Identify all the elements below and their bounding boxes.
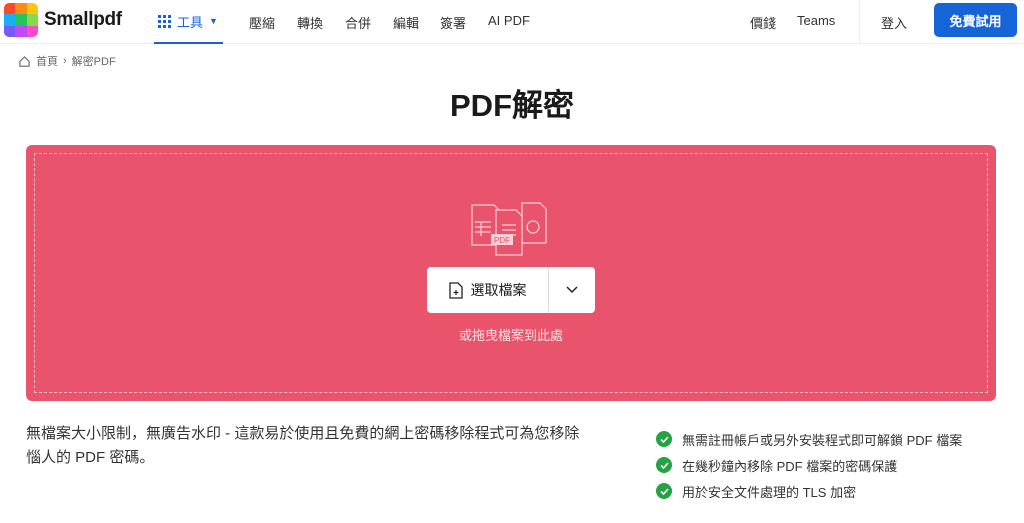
- nav-tools-label: 工具: [177, 14, 204, 30]
- nav-convert[interactable]: 轉換: [297, 13, 323, 32]
- grid-icon: [158, 14, 171, 28]
- file-dropzone[interactable]: PDF 選取檔案 或拖曳檔案到此處: [26, 145, 996, 401]
- nav-compress[interactable]: 壓縮: [249, 13, 275, 32]
- page-title: PDF解密: [450, 88, 574, 123]
- file-add-icon: [448, 281, 463, 299]
- drag-hint: 或拖曳檔案到此處: [458, 328, 563, 343]
- files-illustration-icon: PDF: [471, 202, 547, 256]
- logo-text: Smallpdf: [44, 9, 122, 30]
- feature-list: 無需註冊帳戶或另外安裝程式即可解鎖 PDF 檔案 在幾秒鐘內移除 PDF 檔案的…: [656, 422, 962, 508]
- chevron-down-icon: [566, 286, 578, 294]
- login-link[interactable]: 登入: [881, 13, 907, 32]
- upload-options-dropdown[interactable]: [549, 267, 595, 313]
- breadcrumb-current: 解密PDF: [71, 56, 116, 68]
- feature-text: 用於安全文件處理的 TLS 加密: [682, 484, 857, 500]
- breadcrumb-separator: ›: [63, 55, 67, 67]
- logo-icon: [4, 3, 38, 37]
- feature-item: 用於安全文件處理的 TLS 加密: [656, 474, 962, 508]
- divider: [859, 0, 860, 44]
- nav-pricing[interactable]: 價錢: [750, 13, 776, 32]
- choose-files-button[interactable]: 選取檔案: [427, 267, 549, 313]
- header: Smallpdf 工具 ▼ 壓縮 轉換 合併 編輯 簽署 AI PDF 價錢 T…: [0, 0, 1024, 44]
- nav-merge[interactable]: 合併: [345, 13, 371, 32]
- check-icon: [656, 483, 672, 499]
- logo[interactable]: Smallpdf: [4, 3, 122, 37]
- nav-ai-pdf[interactable]: AI PDF: [488, 13, 530, 28]
- choose-files-label: 選取檔案: [470, 282, 527, 298]
- caret-down-icon: ▼: [209, 16, 218, 26]
- nav-sign[interactable]: 簽署: [440, 13, 466, 32]
- breadcrumb-home[interactable]: 首頁: [36, 53, 58, 69]
- free-trial-button[interactable]: 免費試用: [934, 3, 1017, 37]
- nav-tools[interactable]: 工具 ▼: [154, 0, 223, 44]
- choose-files-group: 選取檔案: [427, 267, 595, 313]
- pdf-badge: PDF: [494, 236, 510, 245]
- check-icon: [656, 431, 672, 447]
- nav-edit[interactable]: 編輯: [393, 13, 419, 32]
- description: 無檔案大小限制，無廣告水印 - 這款易於使用且免費的網上密碼移除程式可為您移除惱…: [26, 425, 580, 466]
- home-icon: [19, 55, 30, 67]
- feature-text: 在幾秒鐘內移除 PDF 檔案的密碼保護: [682, 458, 898, 474]
- nav-teams[interactable]: Teams: [797, 13, 835, 28]
- feature-text: 無需註冊帳戶或另外安裝程式即可解鎖 PDF 檔案: [682, 432, 963, 448]
- check-icon: [656, 457, 672, 473]
- breadcrumb: 首頁 › 解密PDF: [18, 53, 116, 69]
